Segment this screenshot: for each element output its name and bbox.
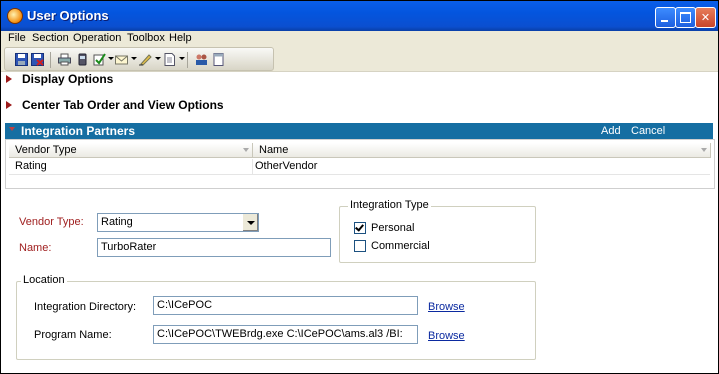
toolbar (1, 46, 718, 72)
name-field[interactable]: TurboRater (97, 238, 331, 257)
print-icon[interactable] (58, 53, 71, 66)
page-icon[interactable] (212, 53, 225, 66)
name-label: Name: (19, 242, 52, 254)
title-bar: User Options ✕ (1, 1, 718, 31)
menu-bar: File Section Operation Toolbox Help (1, 31, 718, 46)
document-icon[interactable] (163, 53, 176, 66)
menu-section[interactable]: Section (32, 32, 69, 44)
window-title: User Options (27, 8, 109, 23)
section-center-tab-order-label: Center Tab Order and View Options (22, 98, 224, 112)
user-options-window: User Options ✕ File Section Operation To… (0, 0, 719, 374)
cell-text: Rating (15, 160, 47, 172)
dropdown-button[interactable] (242, 214, 258, 231)
chevron-down-icon[interactable] (155, 57, 161, 60)
menu-operation[interactable]: Operation (73, 32, 121, 44)
team-icon[interactable] (195, 53, 208, 66)
menu-help[interactable]: Help (169, 32, 192, 44)
minimize-button[interactable] (655, 7, 676, 28)
personal-checkbox[interactable] (354, 222, 366, 234)
maximize-button[interactable] (675, 7, 696, 28)
integration-directory-value: C:\ICePOC (157, 299, 213, 311)
expand-arrow-icon (6, 75, 12, 83)
pen-icon[interactable] (139, 53, 152, 66)
collapse-arrow-icon (9, 127, 15, 131)
chevron-down-icon[interactable] (179, 57, 185, 60)
vendor-type-value: Rating (101, 216, 133, 228)
minimize-icon (661, 20, 668, 22)
table-row-cell-name[interactable]: OtherVendor (253, 159, 710, 175)
table-row-cell-vendor-type[interactable]: Rating (9, 159, 253, 175)
menu-toolbox[interactable]: Toolbox (127, 32, 165, 44)
column-header-vendor-type[interactable]: Vendor Type (9, 143, 253, 158)
commercial-checkbox[interactable] (354, 240, 366, 252)
integration-type-legend: Integration Type (348, 199, 431, 211)
integration-type-group: Integration Type Personal Commercial (339, 199, 536, 263)
chevron-down-icon[interactable] (108, 57, 114, 60)
location-legend: Location (21, 274, 67, 286)
menu-file[interactable]: File (8, 32, 26, 44)
program-name-label: Program Name: (34, 329, 112, 341)
section-integration-partners[interactable]: Integration Partners Add Cancel (5, 123, 713, 139)
toolbar-separator (50, 52, 51, 68)
save-close-icon[interactable] (31, 53, 44, 66)
program-name-value: C:\ICePOC\TWEBrdg.exe C:\ICePOC\ams.al3 … (157, 328, 403, 340)
cancel-link[interactable]: Cancel (631, 125, 665, 137)
sort-arrow-icon (243, 148, 249, 152)
column-header-name[interactable]: Name (253, 143, 711, 158)
commercial-label: Commercial (371, 240, 430, 252)
checklist-icon[interactable] (93, 53, 106, 66)
expand-arrow-icon (6, 101, 12, 109)
column-header-label: Name (259, 144, 289, 156)
name-value: TurboRater (101, 241, 157, 253)
close-icon: ✕ (700, 11, 711, 24)
integration-directory-field[interactable]: C:\ICePOC (153, 296, 418, 315)
browse-program-link[interactable]: Browse (428, 330, 465, 342)
integration-partners-grid: Vendor Type Name Rating OtherVendor (5, 139, 715, 189)
location-group: Location Integration Directory: C:\ICePO… (16, 274, 536, 360)
vendor-type-select[interactable]: Rating (97, 213, 259, 232)
cell-text: OtherVendor (255, 160, 318, 172)
close-button[interactable]: ✕ (695, 7, 716, 28)
program-name-field[interactable]: C:\ICePOC\TWEBrdg.exe C:\ICePOC\ams.al3 … (153, 325, 418, 344)
browse-directory-link[interactable]: Browse (428, 301, 465, 313)
section-integration-partners-label: Integration Partners (21, 124, 136, 138)
vendor-type-label: Vendor Type: (19, 216, 84, 228)
personal-label: Personal (371, 222, 415, 234)
save-icon[interactable] (15, 53, 28, 66)
column-header-label: Vendor Type (15, 144, 77, 156)
integration-directory-label: Integration Directory: (34, 301, 137, 313)
section-display-options-label: Display Options (22, 72, 114, 86)
mail-icon[interactable] (115, 53, 128, 66)
phone-icon[interactable] (76, 53, 89, 66)
sort-arrow-icon (701, 148, 707, 152)
app-logo-icon (7, 8, 23, 24)
chevron-down-icon[interactable] (131, 57, 137, 60)
toolbar-separator (187, 52, 188, 68)
chevron-down-icon (247, 221, 255, 225)
toolbar-strip (4, 47, 274, 71)
add-link[interactable]: Add (601, 125, 621, 137)
maximize-icon (680, 12, 691, 23)
